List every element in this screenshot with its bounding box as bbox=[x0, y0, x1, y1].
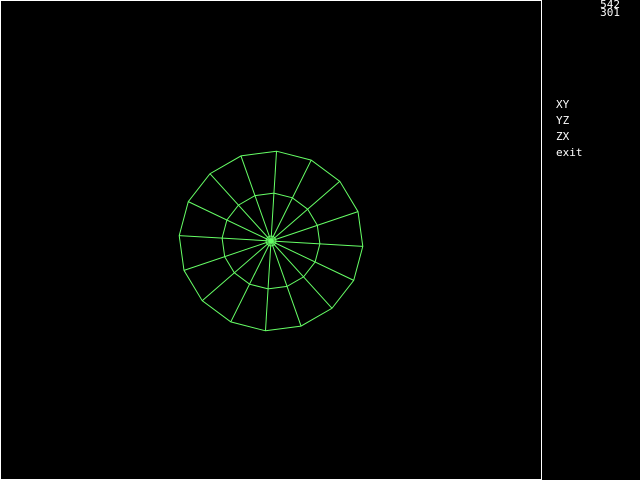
spoke bbox=[183, 240, 272, 271]
spoke bbox=[270, 151, 278, 242]
3d-viewport[interactable] bbox=[0, 0, 542, 480]
spoke bbox=[264, 240, 272, 331]
spoke bbox=[270, 240, 363, 247]
spoke bbox=[201, 240, 272, 302]
menu-item-xy-view[interactable]: XY bbox=[556, 97, 583, 113]
app-screen: 542 301 XY YZ ZX exit bbox=[0, 0, 640, 480]
spoke bbox=[270, 180, 341, 242]
spoke bbox=[270, 159, 312, 242]
cursor-y-readout: 301 bbox=[600, 6, 620, 19]
spoke bbox=[230, 240, 272, 323]
spoke bbox=[188, 201, 272, 242]
spoke bbox=[209, 173, 272, 242]
spoke bbox=[270, 240, 333, 309]
view-menu: XY YZ ZX exit bbox=[556, 97, 583, 161]
spoke bbox=[240, 155, 272, 242]
spoke bbox=[270, 211, 359, 242]
spoke bbox=[179, 235, 272, 242]
spoke bbox=[270, 240, 302, 327]
menu-item-zx-view[interactable]: ZX bbox=[556, 129, 583, 145]
spoke bbox=[270, 240, 354, 281]
menu-item-yz-view[interactable]: YZ bbox=[556, 113, 583, 129]
side-panel: 542 301 XY YZ ZX exit bbox=[542, 0, 640, 480]
menu-item-exit[interactable]: exit bbox=[556, 145, 583, 161]
wireframe-model bbox=[178, 150, 364, 332]
